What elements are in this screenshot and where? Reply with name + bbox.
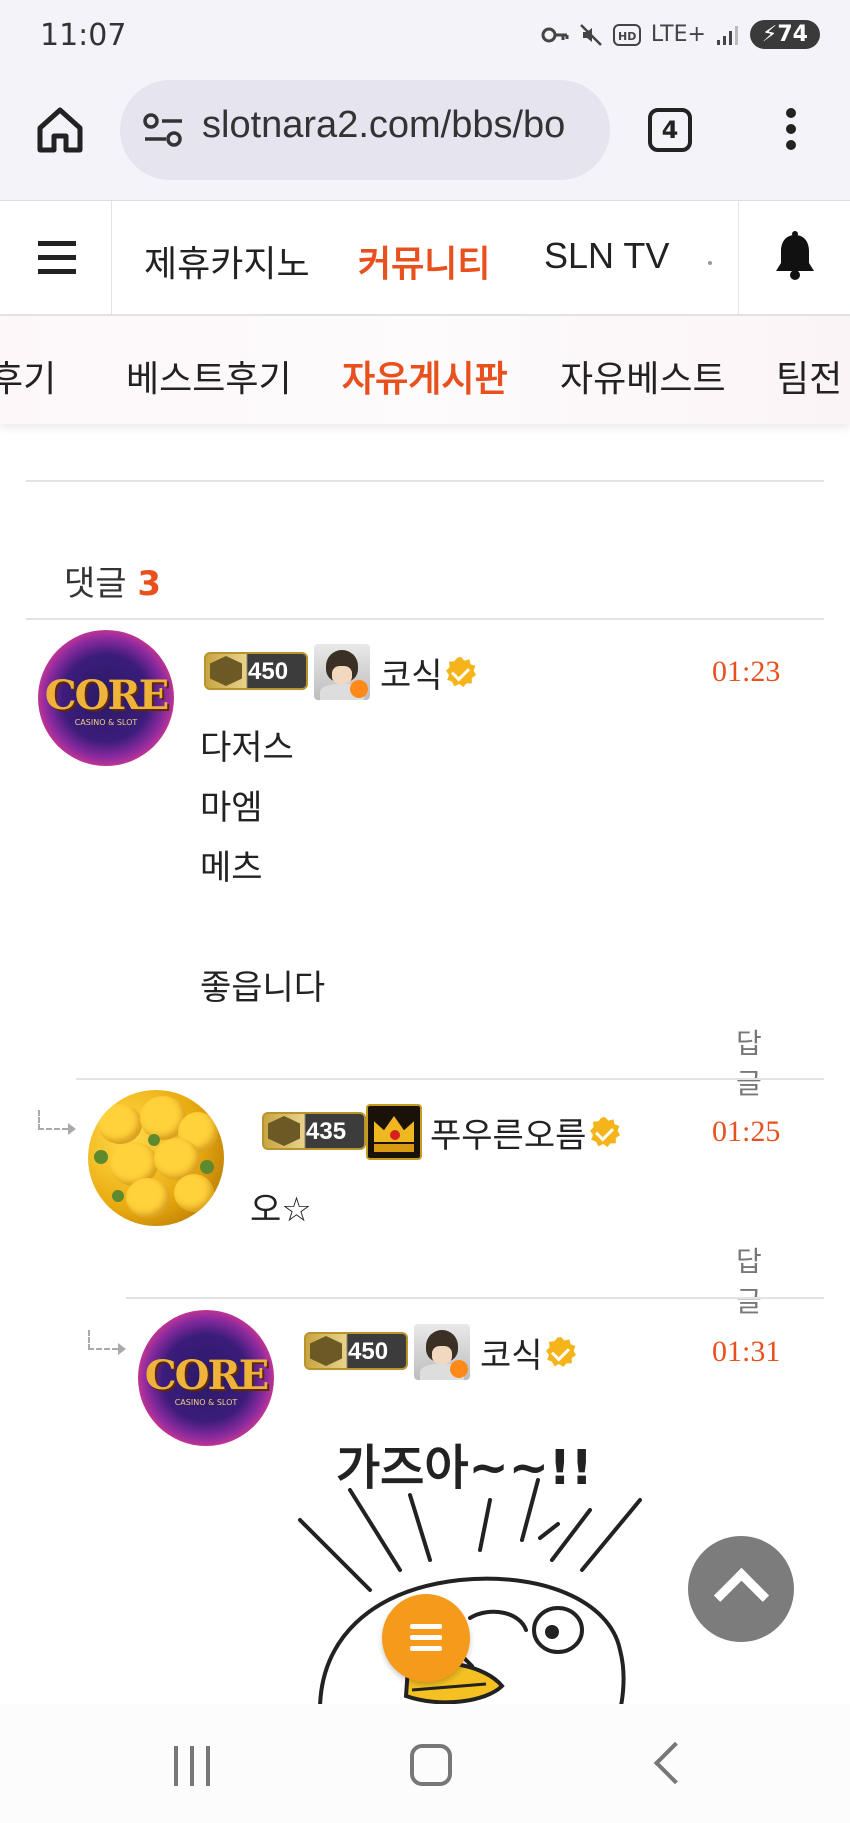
bell-icon [776, 231, 814, 280]
system-nav-bar [0, 1704, 850, 1823]
comment-text: 다저스 마엠 메츠 좋읍니다 [200, 728, 326, 1008]
battery-level: 74 [777, 22, 808, 47]
level-hex-icon [310, 1336, 342, 1366]
nav-overflow-dot [708, 261, 712, 265]
sub-item-team[interactable]: 팀전 [776, 350, 842, 402]
verified-icon [590, 1117, 620, 1147]
divider [26, 480, 824, 482]
avatar-logo-sub: CASINO & SLOT [74, 718, 138, 727]
floating-menu-button[interactable] [382, 1594, 470, 1682]
profile-badge-icon [414, 1324, 470, 1380]
level-badge: 450 [204, 652, 308, 690]
sub-nav: 후기 베스트후기 자유게시판 자유베스트 팀전 [0, 316, 850, 424]
menu-icon[interactable] [0, 201, 112, 315]
nav-item-sln-tv[interactable]: SLN TV [544, 235, 669, 277]
divider [76, 1078, 824, 1080]
comment-time: 01:23 [712, 655, 781, 688]
key-icon [541, 27, 569, 42]
sub-item-free-board[interactable]: 자유게시판 [342, 350, 508, 402]
duck-sticker-icon [298, 1478, 642, 1710]
comment-author[interactable]: 푸우른오름 [430, 1108, 586, 1157]
status-icons: HD LTE+ ⚡74 [541, 20, 820, 49]
avatar[interactable]: CORE CASINO & SLOT [138, 1310, 274, 1446]
divider [26, 618, 824, 620]
avatar-logo: CORE [144, 1352, 269, 1399]
more-vert-icon[interactable] [776, 104, 806, 156]
hd-icon: HD [612, 23, 641, 46]
comment-text: 오☆ [250, 1190, 312, 1230]
nav-item-partner-casino[interactable]: 제휴카지노 [144, 235, 310, 287]
status-time: 11:07 [40, 18, 127, 53]
divider [126, 1297, 824, 1299]
battery-badge: ⚡74 [749, 20, 820, 49]
avatar[interactable] [88, 1090, 224, 1226]
comments-count: 3 [137, 564, 162, 604]
nav-item-community[interactable]: 커뮤니티 [358, 235, 490, 287]
level-number: 435 [306, 1118, 347, 1145]
sticker-image: 가즈아~~!! [290, 1420, 690, 1710]
verified-icon [446, 657, 476, 687]
level-number: 450 [348, 1338, 389, 1365]
comment-author[interactable]: 코식 [480, 1328, 543, 1377]
tune-icon[interactable] [142, 110, 186, 150]
back-button[interactable] [653, 1741, 697, 1785]
avatar-logo-sub: CASINO & SLOT [174, 1398, 238, 1407]
level-badge: 435 [262, 1112, 366, 1150]
site-nav: 제휴카지노 커뮤니티 SLN TV [0, 200, 850, 316]
address-bar[interactable]: slotnara2.com/bbs/bo [120, 80, 610, 180]
comments-header: 댓글 3 [64, 556, 161, 605]
url-text: slotnara2.com/bbs/bo [202, 104, 566, 146]
avatar-logo: CORE [44, 672, 169, 719]
tab-switcher-button[interactable]: 4 [648, 108, 692, 152]
scroll-top-button[interactable] [688, 1536, 794, 1642]
signal-icon [716, 25, 738, 45]
notification-button[interactable] [738, 201, 850, 315]
level-number: 450 [248, 658, 289, 685]
svg-text:HD: HD [618, 30, 636, 43]
sub-item-best-reviews[interactable]: 베스트후기 [126, 350, 292, 402]
profile-badge-icon [314, 644, 370, 700]
sub-item-reviews[interactable]: 후기 [0, 350, 56, 402]
crown-badge-icon [366, 1104, 422, 1160]
comment-time: 01:31 [712, 1335, 781, 1368]
reply-button[interactable]: 답글 [736, 1240, 762, 1320]
comment-time: 01:25 [712, 1115, 781, 1148]
level-hex-icon [210, 656, 242, 686]
comment-author[interactable]: 코식 [380, 648, 443, 697]
avatar[interactable]: CORE CASINO & SLOT [38, 630, 174, 766]
network-type: LTE+ [650, 22, 706, 47]
mute-icon [580, 23, 602, 46]
status-bar: 11:07 HD LTE+ ⚡74 [0, 0, 850, 74]
reply-button[interactable]: 답글 [736, 1022, 762, 1102]
comments-label: 댓글 [64, 564, 127, 604]
reply-arrow-icon [38, 1110, 76, 1135]
browser-toolbar: slotnara2.com/bbs/bo 4 [0, 74, 850, 200]
sub-item-free-best[interactable]: 자유베스트 [560, 350, 726, 402]
verified-icon [546, 1337, 576, 1367]
level-badge: 450 [304, 1332, 408, 1370]
reply-arrow-icon [88, 1330, 126, 1355]
home-icon[interactable] [34, 104, 86, 156]
level-hex-icon [268, 1116, 300, 1146]
recent-apps-button[interactable] [174, 1746, 214, 1786]
system-home-button[interactable] [410, 1744, 452, 1786]
